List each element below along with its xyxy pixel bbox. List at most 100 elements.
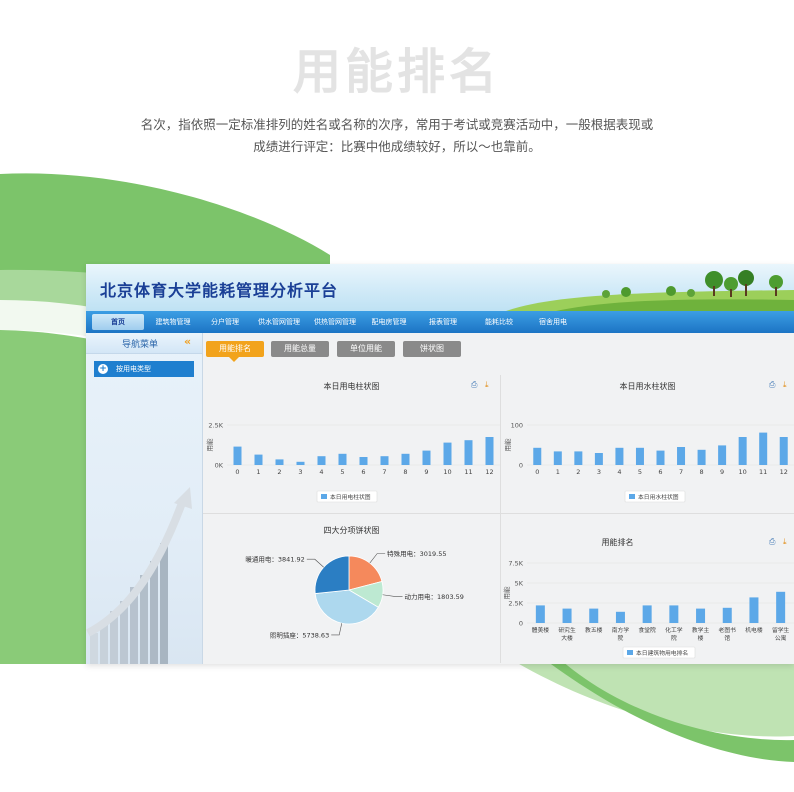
bar-11 (464, 440, 473, 465)
bar-教学主楼 (696, 608, 706, 623)
bar-2 (275, 459, 284, 465)
bar-7 (380, 456, 389, 465)
x-tick-label: 7 (679, 468, 683, 476)
x-tick-label: 2 (277, 468, 281, 476)
water-bar-chart: 0100用能0 1 2 3 4 5 6 7 8 9 10 11 12本日用水柱状图 (503, 422, 794, 503)
bar-教五楼 (589, 608, 599, 623)
building-ranking-bar-chart: 0 2.5K 5K 7.5K 用能體美楼 研究生大楼 教五楼 南方学院 食堂院 化工学院 教学主楼 老… (502, 560, 794, 659)
sidebar-item-label: 按用电类型 (116, 365, 151, 373)
bar-老图书馆 (722, 607, 732, 623)
pie-label: 照明插座：5738.63 (270, 630, 329, 639)
nav-power-room[interactable]: 配电房管理 (364, 314, 414, 330)
bar-9 (422, 450, 431, 465)
bar-11 (759, 432, 768, 465)
nav-home[interactable]: 首页 (92, 314, 144, 330)
nav-energy-compare[interactable]: 能耗比较 (476, 314, 522, 330)
pie-leader-line (331, 623, 343, 636)
bar-3 (296, 461, 305, 465)
pie-leader-line (382, 594, 403, 597)
y-tick-label: 7.5K (508, 560, 523, 568)
bar-4 (317, 456, 326, 465)
bar-10 (443, 442, 452, 465)
nav-household-management[interactable]: 分户管理 (202, 314, 248, 330)
pie-label: 暖通用电：3841.92 (245, 555, 304, 564)
bar-8 (401, 453, 410, 465)
bar-留学生公寓 (776, 591, 786, 623)
description-line-1: 名次，指依照一定标准排列的姓名或名称的次序，常用于考试或竞赛活动中，一般根据表现… (140, 117, 654, 132)
panel-pie-chart: 四大分项饼状图 特殊用电：3019.55 动力用电：1803.59 照明插座：573… (203, 515, 500, 664)
y-tick-label: 100 (511, 422, 523, 430)
x-tick-label: 11 (759, 468, 767, 476)
nav-water-network[interactable]: 供水管网管理 (252, 314, 306, 330)
sidebar-item-power-type[interactable]: + 按用电类型 (94, 361, 194, 377)
x-tick-label-wrap: 院 (671, 634, 677, 642)
x-tick-label: 6 (658, 468, 662, 476)
x-tick-label: 5 (638, 468, 642, 476)
x-tick-label: 教五楼 (585, 626, 603, 634)
bar-9 (718, 445, 727, 465)
active-tab-pointer (229, 357, 239, 362)
bar-12 (485, 437, 494, 465)
bar-7 (677, 447, 686, 465)
x-tick-label: 5 (340, 468, 344, 476)
main-content: 用能排名 用能总量 单位用能 饼状图 本日用电柱状图 ⎙ ⤓ 0K 2.5K 用能 0… (203, 333, 794, 664)
x-tick-label-wrap: 公寓 (775, 634, 787, 642)
double-chevron-left-icon[interactable]: « (184, 335, 191, 348)
x-tick-label: 0 (535, 468, 539, 476)
y-tick-label: 2.5K (508, 600, 523, 608)
bar-研究生大楼 (562, 608, 572, 623)
y-axis-label: 用能 (205, 438, 214, 452)
x-tick-label-wrap: 大楼 (561, 634, 573, 642)
x-tick-label: 教学主 (692, 626, 710, 634)
legend-label: 本日建筑物用电排名 (636, 649, 688, 657)
bar-0 (533, 447, 542, 465)
bar-體美楼 (535, 605, 545, 623)
bar-化工学院 (669, 605, 679, 623)
x-tick-label: 4 (319, 468, 323, 476)
x-tick-label-wrap: 院 (618, 634, 624, 642)
nav-report-management[interactable]: 报表管理 (420, 314, 466, 330)
pie-label: 动力用电：1803.59 (405, 592, 464, 601)
x-tick-label: 10 (739, 468, 747, 476)
y-tick-label: 5K (515, 580, 524, 588)
x-tick-label: 化工学 (665, 626, 683, 634)
bar-5 (338, 453, 347, 465)
sidebar-title: 导航菜单 (122, 340, 159, 350)
x-tick-label: 3 (298, 468, 302, 476)
tab-pie-chart[interactable]: 饼状图 (403, 341, 461, 357)
y-axis-label: 用能 (503, 438, 512, 452)
x-tick-label: 4 (617, 468, 621, 476)
nav-dorm-power[interactable]: 宿舍用电 (530, 314, 576, 330)
bar-10 (738, 437, 747, 465)
nav-heating-network[interactable]: 供热管网管理 (308, 314, 362, 330)
x-tick-label: 12 (485, 468, 493, 476)
panel-water-chart: 本日用水柱状图 ⎙ ⤓ 0 100 用能 0 1 2 3 4 5 6 7 8 9 10 11 12 本日用水柱状… (501, 373, 794, 513)
x-tick-label: 0 (235, 468, 239, 476)
sidebar: 导航菜单 « + 按用电类型 (86, 333, 203, 664)
legend-swatch (321, 494, 327, 499)
nav-building-management[interactable]: 建筑物管理 (148, 314, 198, 330)
x-tick-label: 留学生 (772, 626, 790, 634)
bar-南方学院 (615, 611, 625, 623)
tab-energy-total[interactable]: 用能总量 (271, 341, 329, 357)
panel-ranking-chart: 用能排名 ⎙ ⤓ 0 2.5K 5K 7.5K 用能 體美楼 研究生 大楼 教五楼 南方学院食堂院… (501, 515, 794, 664)
tab-unit-energy[interactable]: 单位用能 (337, 341, 395, 357)
x-tick-label: 12 (780, 468, 788, 476)
sidebar-header: 导航菜单 « (86, 333, 202, 354)
panel-electricity-chart: 本日用电柱状图 ⎙ ⤓ 0K 2.5K 用能 0 1 2 3 4 5 6 7 8 9 10 11 12 本日用电… (203, 373, 500, 513)
x-tick-label: 體美楼 (532, 626, 550, 634)
x-tick-label: 老图书 (719, 626, 737, 634)
x-tick-label: 9 (720, 468, 724, 476)
x-tick-label: 3 (597, 468, 601, 476)
x-tick-label: 食堂院 (638, 626, 656, 634)
x-tick-label: 1 (256, 468, 260, 476)
y-tick-label: 2.5K (208, 422, 223, 430)
plus-circle-icon: + (98, 364, 108, 374)
bar-1 (254, 454, 263, 465)
pie-label: 特殊用电：3019.55 (387, 549, 446, 558)
tab-energy-ranking[interactable]: 用能排名 (206, 341, 264, 357)
y-axis-label: 用能 (502, 586, 511, 600)
y-tick-label: 0 (519, 462, 523, 470)
pie-leader-line (306, 558, 324, 568)
bar-2 (574, 451, 583, 465)
